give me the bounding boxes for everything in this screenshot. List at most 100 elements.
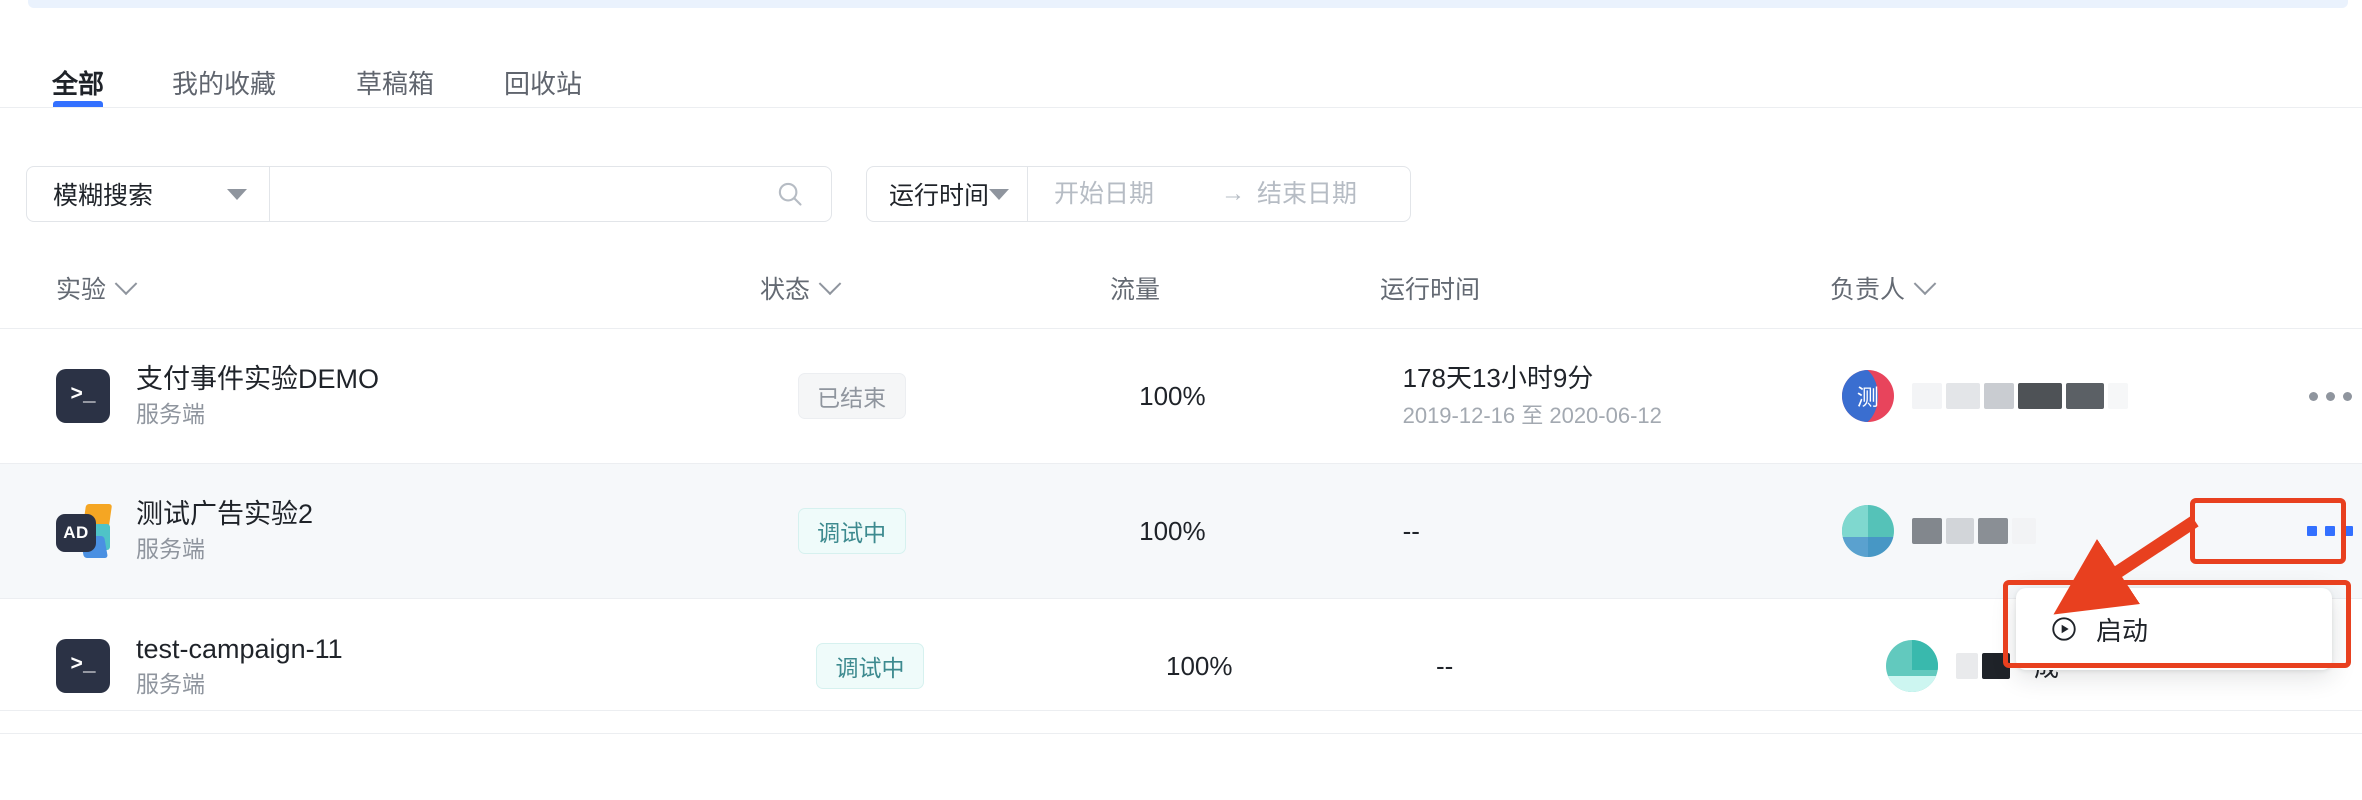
owner-name-redacted: [1911, 516, 2036, 546]
owner-name-redacted: [1956, 651, 2010, 681]
column-header-traffic: 流量: [1110, 270, 1380, 306]
search-type-select[interactable]: 模糊搜索: [27, 167, 270, 221]
cell-runtime: --: [1403, 516, 1842, 547]
tab-recycle-bin-label: 回收站: [504, 69, 583, 99]
top-accent-band: [28, 0, 2348, 8]
cell-owner: 测: [1841, 370, 2232, 422]
runtime-range: 2019-12-16 至 2020-06-12: [1402, 402, 1662, 428]
search-group: 模糊搜索: [26, 166, 832, 222]
more-actions-button[interactable]: [2298, 509, 2362, 553]
dots-icon: [2343, 526, 2354, 536]
runtime-duration: --: [1436, 650, 1454, 681]
column-header-owner[interactable]: 负责人: [1830, 270, 2230, 306]
status-badge: 调试中: [797, 508, 906, 554]
chevron-down-icon: [227, 188, 247, 200]
column-header-status[interactable]: 状态: [760, 270, 1110, 306]
tab-active-indicator: [53, 101, 103, 107]
dots-icon: [2308, 391, 2318, 401]
cell-runtime: --: [1436, 651, 1886, 682]
status-badge: 调试中: [816, 643, 924, 689]
tab-favorites[interactable]: 我的收藏: [172, 46, 276, 107]
chevron-down-icon: [114, 272, 138, 296]
tab-drafts[interactable]: 草稿箱: [356, 46, 434, 107]
cell-traffic: 100%: [1139, 381, 1402, 412]
tab-drafts-label: 草稿箱: [356, 69, 435, 99]
traffic-value: 100%: [1139, 515, 1206, 546]
filter-toolbar: 模糊搜索 运行时间 →: [0, 166, 2362, 224]
runtime-duration: 178天13小时9分: [1402, 362, 1594, 393]
dots-icon: [2325, 526, 2336, 536]
table-row[interactable]: AD 测试广告实验2 服务端 调试中 100% --: [0, 464, 2362, 599]
avatar: 测: [1841, 370, 1894, 422]
cell-status: 调试中: [816, 643, 1166, 689]
action-menu: 启动: [2016, 588, 2332, 670]
terminal-icon: >_: [56, 638, 110, 693]
terminal-icon-glyph: >_: [56, 638, 110, 693]
table-row[interactable]: >_ 支付事件实验DEMO 服务端 已结束 100% 178天13小时9分 20…: [0, 329, 2362, 464]
cell-owner: [1841, 505, 2232, 557]
search-type-label: 模糊搜索: [53, 182, 154, 210]
column-header-status-label: 状态: [760, 276, 811, 304]
table-row[interactable]: >_ test-campaign-11 服务端 调试中 100% --: [0, 599, 2362, 734]
experiments-table: 实验 状态 流量 运行时间 负责人 >_ 支付事件实验DEMO 服务端 已结束 …: [0, 248, 2362, 734]
tab-bar: 全部 我的收藏 草稿箱 回收站: [0, 46, 2362, 108]
experiment-name[interactable]: 测试广告实验2: [136, 499, 313, 530]
cell-status: 调试中: [797, 508, 1140, 554]
chevron-down-icon: [818, 272, 842, 296]
page-top-strip: [0, 0, 2362, 12]
table-header-row: 实验 状态 流量 运行时间 负责人: [0, 248, 2362, 329]
experiment-name[interactable]: 支付事件实验DEMO: [136, 364, 379, 395]
traffic-value: 100%: [1139, 380, 1206, 411]
cell-experiment: >_ test-campaign-11 服务端: [0, 634, 816, 698]
date-range-picker[interactable]: →: [1028, 167, 1410, 221]
date-filter-group: 运行时间 →: [866, 166, 1411, 222]
tab-recycle-bin[interactable]: 回收站: [504, 46, 582, 107]
experiment-name[interactable]: test-campaign-11: [136, 634, 343, 665]
terminal-icon-glyph: >_: [56, 368, 110, 423]
tab-all[interactable]: 全部: [52, 46, 104, 107]
action-menu-item-start-label: 启动: [2096, 615, 2149, 646]
experiment-type: 服务端: [136, 671, 205, 698]
experiment-type: 服务端: [136, 401, 205, 428]
date-type-select[interactable]: 运行时间: [867, 167, 1029, 221]
dots-icon: [2307, 526, 2318, 536]
column-header-experiment[interactable]: 实验: [0, 270, 760, 306]
dots-icon: [2342, 391, 2352, 401]
more-actions-button[interactable]: [2298, 374, 2362, 418]
cell-actions: [2232, 509, 2362, 553]
tab-all-label: 全部: [52, 69, 105, 99]
cell-experiment: >_ 支付事件实验DEMO 服务端: [0, 364, 798, 428]
experiment-type: 服务端: [136, 536, 205, 563]
column-header-traffic-label: 流量: [1110, 276, 1161, 304]
column-header-experiment-label: 实验: [56, 276, 107, 304]
search-field: [270, 167, 831, 221]
cell-status: 已结束: [797, 373, 1140, 419]
runtime-duration: --: [1402, 515, 1420, 546]
traffic-value: 100%: [1166, 650, 1233, 681]
cell-runtime: 178天13小时9分 2019-12-16 至 2020-06-12: [1402, 362, 1842, 428]
avatar: [1841, 505, 1894, 557]
owner-name-redacted: [1911, 381, 2128, 411]
tab-favorites-label: 我的收藏: [172, 69, 277, 99]
cell-traffic: 100%: [1139, 516, 1402, 547]
cell-traffic: 100%: [1166, 651, 1436, 682]
search-input[interactable]: [292, 178, 775, 210]
ad-icon: AD: [56, 503, 113, 558]
ad-icon-glyph: AD: [56, 513, 96, 552]
end-date-input[interactable]: [1255, 178, 1410, 210]
range-separator: →: [1221, 180, 1246, 207]
status-badge: 已结束: [797, 373, 906, 419]
column-header-runtime: 运行时间: [1380, 270, 1830, 306]
date-type-label: 运行时间: [889, 182, 990, 210]
search-icon[interactable]: [775, 179, 805, 209]
start-date-input[interactable]: [1052, 178, 1212, 210]
action-menu-item-start[interactable]: 启动: [2016, 600, 2332, 658]
chevron-down-icon: [989, 188, 1010, 200]
column-header-owner-label: 负责人: [1830, 276, 1906, 304]
avatar: [1886, 640, 1938, 692]
chevron-down-icon: [1913, 272, 1937, 296]
cell-experiment: AD 测试广告实验2 服务端: [0, 499, 798, 563]
terminal-icon: >_: [56, 368, 110, 423]
avatar-initial: 测: [1856, 385, 1879, 410]
play-circle-icon: [2052, 617, 2076, 641]
